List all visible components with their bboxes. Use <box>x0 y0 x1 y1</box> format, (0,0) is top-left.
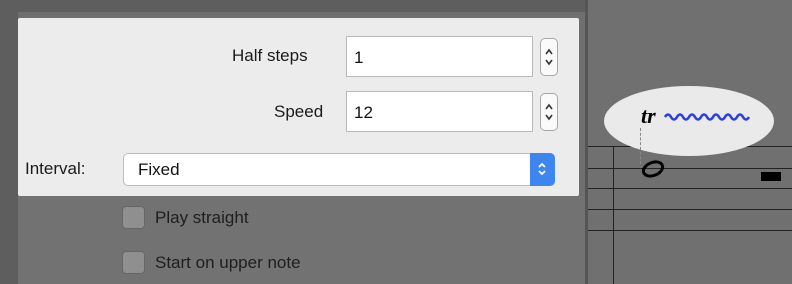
interval-select[interactable]: Fixed <box>123 153 555 186</box>
half-steps-stepper[interactable] <box>540 38 558 76</box>
select-arrows-button[interactable] <box>530 153 555 186</box>
start-on-upper-note-label: Start on upper note <box>155 253 301 272</box>
half-steps-input[interactable]: 1 <box>346 36 533 77</box>
interval-selected-value: Fixed <box>138 160 180 179</box>
window-edge-top <box>0 0 585 12</box>
staff-line <box>588 168 792 169</box>
speed-stepper[interactable] <box>540 93 558 131</box>
play-straight-label: Play straight <box>155 208 249 227</box>
options-area <box>18 196 585 284</box>
chevron-updown-icon <box>538 162 546 176</box>
barline <box>613 146 614 284</box>
interval-label: Interval: <box>25 159 86 178</box>
speed-label: Speed <box>274 102 324 121</box>
stepper-arrows-icon <box>545 103 553 121</box>
half-steps-label: Half steps <box>232 46 308 65</box>
staff-line <box>588 188 792 189</box>
trill-symbol[interactable]: tr <box>641 103 656 129</box>
half-note[interactable] <box>641 160 665 178</box>
start-on-upper-note-checkbox[interactable] <box>122 251 145 274</box>
half-rest[interactable] <box>761 172 781 181</box>
trill-wavy-line[interactable] <box>663 110 751 124</box>
speed-input[interactable]: 12 <box>346 91 533 132</box>
play-straight-checkbox[interactable] <box>122 206 145 229</box>
staff-line <box>588 209 792 210</box>
window-edge-left <box>0 0 18 284</box>
stepper-arrows-icon <box>545 48 553 66</box>
staff-line <box>588 230 792 231</box>
attachment-line <box>640 128 642 164</box>
